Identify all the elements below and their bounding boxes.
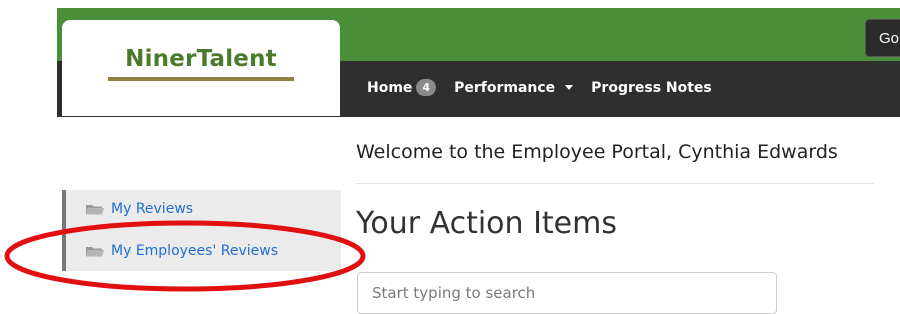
sidebar-item-label: My Employees' Reviews xyxy=(111,243,278,259)
nav-home-label: Home xyxy=(367,79,413,96)
sidebar-item-my-reviews[interactable]: My Reviews xyxy=(86,201,193,217)
logo-card[interactable]: NinerTalent xyxy=(62,20,340,116)
logo-underline xyxy=(108,77,294,81)
nav-home[interactable]: Home 4 xyxy=(367,79,437,96)
logo-text: NinerTalent xyxy=(125,46,277,72)
page-title: Your Action Items xyxy=(356,206,617,241)
main-nav: Home 4 Performance Progress Notes xyxy=(367,79,730,96)
go-button[interactable]: Go xyxy=(865,19,900,57)
folder-icon xyxy=(86,204,104,214)
folder-icon xyxy=(86,246,104,256)
nav-performance[interactable]: Performance xyxy=(454,79,574,96)
nav-performance-label: Performance xyxy=(454,79,556,96)
sidebar-item-label: My Reviews xyxy=(111,201,194,217)
welcome-message: Welcome to the Employee Portal, Cynthia … xyxy=(356,141,838,163)
nav-progress-notes[interactable]: Progress Notes xyxy=(591,80,712,96)
sidebar-item-my-employees-reviews[interactable]: My Employees' Reviews xyxy=(86,243,278,259)
sidebar: My Reviews My Employees' Reviews xyxy=(62,190,341,271)
home-count-badge: 4 xyxy=(416,79,437,96)
chevron-down-icon xyxy=(565,85,574,90)
nav-progress-notes-label: Progress Notes xyxy=(591,79,712,96)
search-input[interactable] xyxy=(357,272,777,314)
divider xyxy=(356,183,874,184)
